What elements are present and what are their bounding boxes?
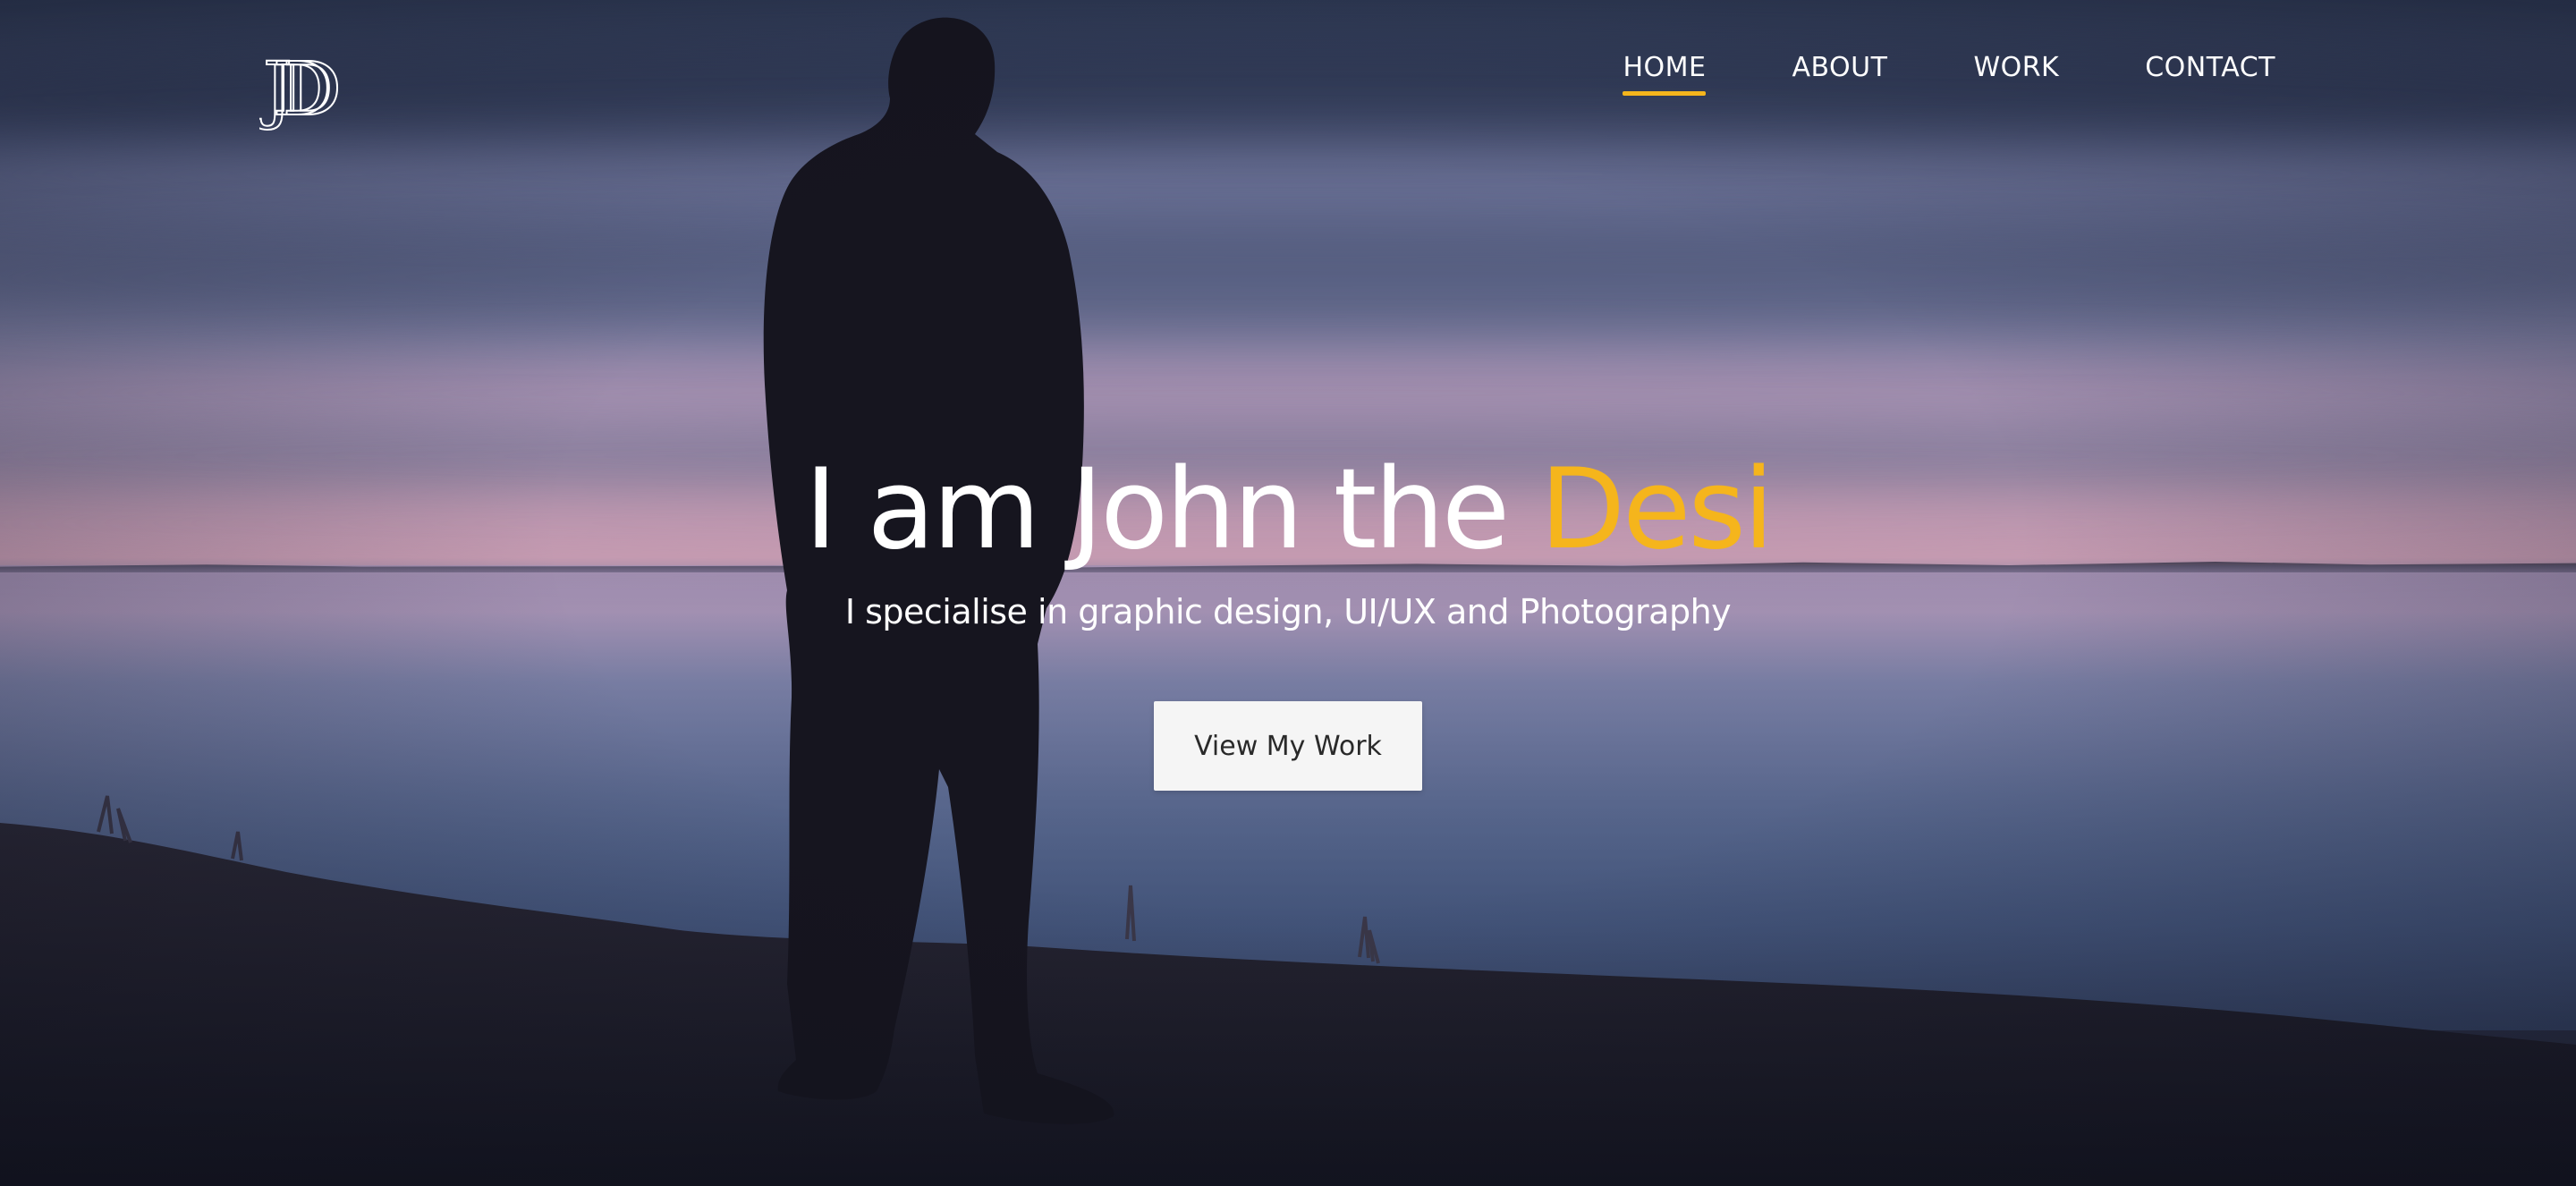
hero-subheadline: I specialise in graphic design, UI/UX an… [844, 592, 1732, 631]
hero-section: JD D HOME ABOUT WORK CONTACT I am John t… [0, 0, 2576, 1186]
nav-item-work[interactable]: WORK [1973, 52, 2059, 96]
headline-accent: Desi [1539, 445, 1775, 574]
main-nav: HOME ABOUT WORK CONTACT [1623, 52, 2275, 96]
nav-item-about[interactable]: ABOUT [1792, 52, 1887, 96]
headline-prefix: I am John the [804, 445, 1540, 574]
nav-item-home[interactable]: HOME [1623, 52, 1707, 96]
jd-monogram-logo[interactable]: JD D [259, 45, 385, 134]
svg-text:D: D [283, 47, 342, 132]
hero-headline: I am John the Desi [0, 454, 2576, 565]
nav-item-contact[interactable]: CONTACT [2145, 52, 2275, 96]
view-my-work-button[interactable]: View My Work [1154, 701, 1422, 791]
